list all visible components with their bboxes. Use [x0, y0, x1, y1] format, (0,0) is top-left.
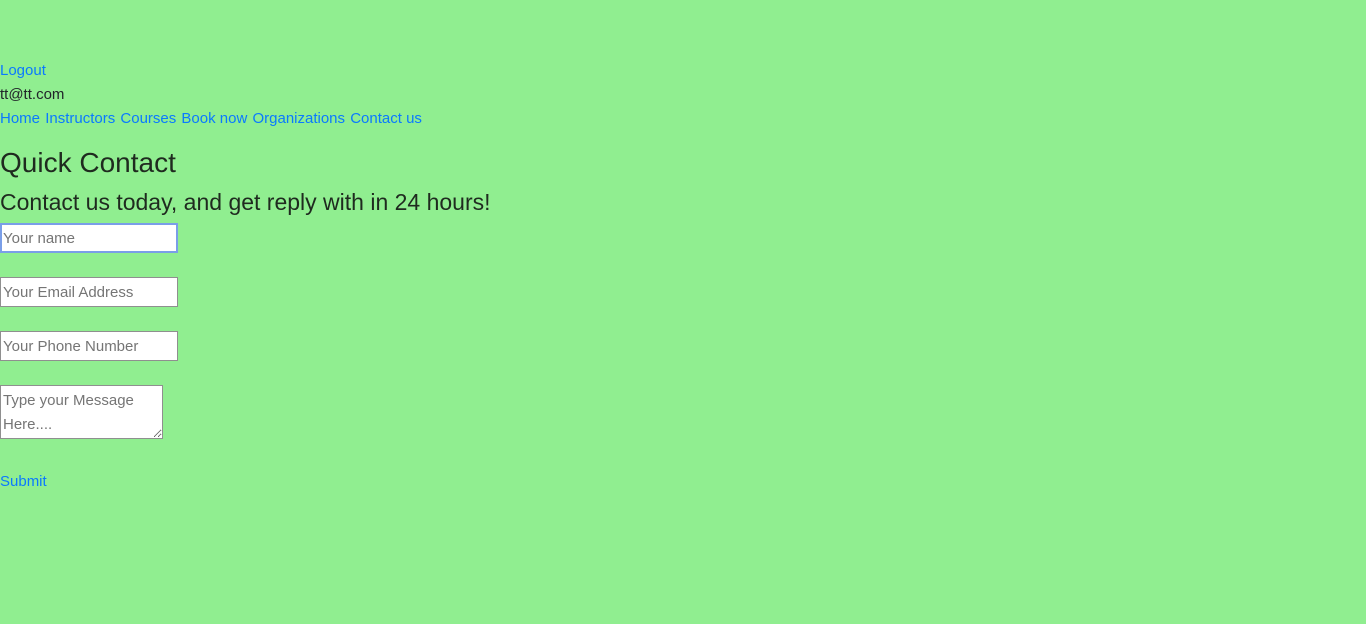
- user-email: tt@tt.com: [0, 86, 65, 103]
- nav-item-contact-us[interactable]: Contact us: [350, 110, 422, 127]
- logout-link[interactable]: Logout: [0, 60, 46, 82]
- submit-button[interactable]: Submit: [0, 471, 47, 493]
- nav-item-courses[interactable]: Courses: [120, 110, 176, 127]
- name-input[interactable]: [0, 223, 178, 253]
- nav-item-home[interactable]: Home: [0, 110, 40, 127]
- nav-item-book-now[interactable]: Book now: [181, 110, 247, 127]
- page-title: Quick Contact: [0, 147, 176, 178]
- email-input[interactable]: [0, 277, 178, 307]
- main-nav: Home Instructors Courses Book now Organi…: [0, 108, 423, 130]
- phone-input[interactable]: [0, 331, 178, 361]
- nav-item-organizations[interactable]: Organizations: [252, 110, 345, 127]
- message-textarea[interactable]: [0, 385, 163, 439]
- nav-item-instructors[interactable]: Instructors: [45, 110, 115, 127]
- page-subtitle: Contact us today, and get reply with in …: [0, 189, 491, 215]
